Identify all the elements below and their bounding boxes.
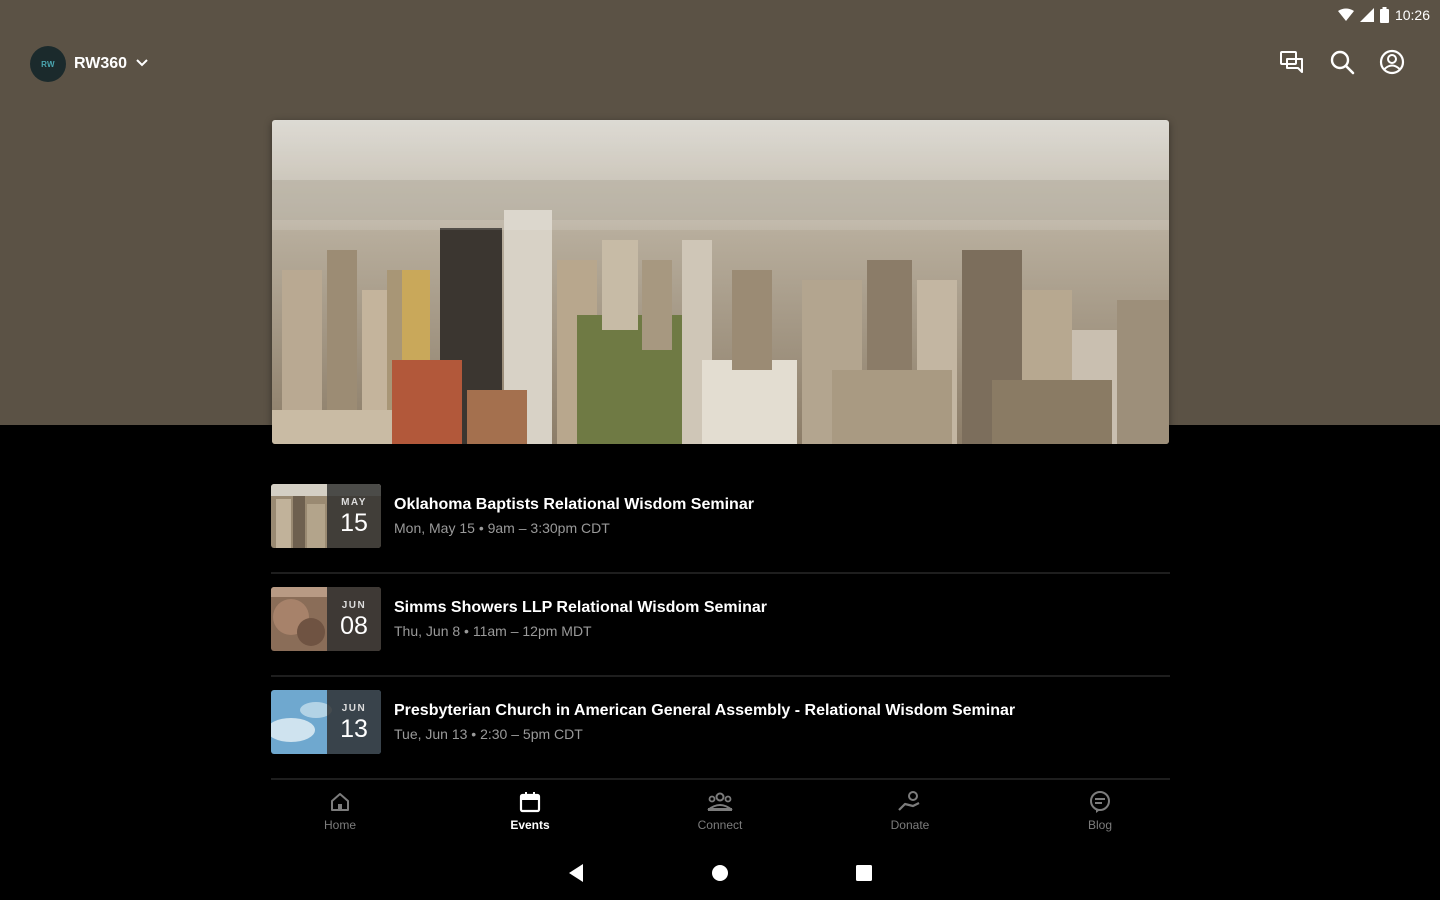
nav-events-label: Events: [510, 818, 550, 832]
chevron-down-icon: [135, 55, 149, 73]
battery-icon: [1379, 7, 1389, 23]
speech-bubble-icon: [1087, 790, 1113, 814]
search-icon: [1329, 49, 1355, 80]
event-item[interactable]: JUN 13 Presbyterian Church in American G…: [271, 677, 1170, 780]
calendar-icon: [518, 790, 542, 814]
system-nav-bar: [0, 855, 1440, 895]
nav-home-label: Home: [323, 818, 356, 832]
system-recents-button[interactable]: [852, 863, 876, 887]
org-name: RW360: [74, 55, 128, 72]
event-thumbnail: JUN 13: [271, 690, 381, 754]
status-time: 10:26: [1394, 7, 1430, 23]
org-switcher[interactable]: RW RW360: [30, 46, 149, 82]
nav-donate[interactable]: Donate: [815, 790, 1005, 842]
events-list: MAY 15 Oklahoma Baptists Relational Wisd…: [271, 471, 1170, 780]
date-badge: MAY 15: [327, 484, 381, 548]
nav-home[interactable]: Home: [245, 790, 435, 842]
system-home-button[interactable]: [708, 863, 732, 887]
nav-blog[interactable]: Blog: [1005, 790, 1195, 842]
bottom-nav: Home Events Connect Donate Blog: [245, 790, 1195, 842]
home-icon: [328, 790, 352, 814]
nav-connect-label: Connect: [697, 818, 743, 832]
nav-donate-label: Donate: [890, 818, 930, 832]
hero-image: [272, 120, 1169, 444]
event-title: Presbyterian Church in American General …: [394, 702, 1016, 719]
event-time: Tue, Jun 13 • 2:30 – 5pm CDT: [394, 726, 583, 742]
search-button[interactable]: [1328, 50, 1356, 78]
event-thumbnail: JUN 08: [271, 587, 381, 651]
chat-bubbles-icon: [1279, 50, 1305, 79]
app-header: RW RW360: [0, 40, 1440, 88]
system-back-button[interactable]: [564, 863, 588, 887]
wifi-icon: [1337, 8, 1354, 22]
event-thumbnail: MAY 15: [271, 484, 381, 548]
nav-events[interactable]: Events: [435, 790, 625, 842]
cell-signal-icon: [1359, 8, 1374, 22]
org-logo: RW: [30, 46, 66, 82]
event-title: Oklahoma Baptists Relational Wisdom Semi…: [394, 496, 754, 513]
people-group-icon: [706, 790, 734, 814]
event-title: Simms Showers LLP Relational Wisdom Semi…: [394, 599, 767, 616]
account-circle-icon: [1379, 49, 1405, 80]
messages-button[interactable]: [1278, 50, 1306, 78]
event-item[interactable]: MAY 15 Oklahoma Baptists Relational Wisd…: [271, 471, 1170, 574]
event-item[interactable]: JUN 08 Simms Showers LLP Relational Wisd…: [271, 574, 1170, 677]
profile-button[interactable]: [1378, 49, 1406, 80]
nav-connect[interactable]: Connect: [625, 790, 815, 842]
date-badge: JUN 13: [327, 690, 381, 754]
back-triangle-icon: [567, 863, 585, 888]
event-time: Thu, Jun 8 • 11am – 12pm MDT: [394, 623, 592, 639]
recents-square-icon: [855, 864, 873, 887]
event-time: Mon, May 15 • 9am – 3:30pm CDT: [394, 520, 610, 536]
status-bar: 10:26: [1337, 4, 1430, 26]
date-badge: JUN 08: [327, 587, 381, 651]
header-actions: [1278, 49, 1406, 80]
home-circle-icon: [711, 864, 729, 887]
donate-hand-icon: [897, 790, 923, 814]
nav-blog-label: Blog: [1087, 818, 1113, 832]
